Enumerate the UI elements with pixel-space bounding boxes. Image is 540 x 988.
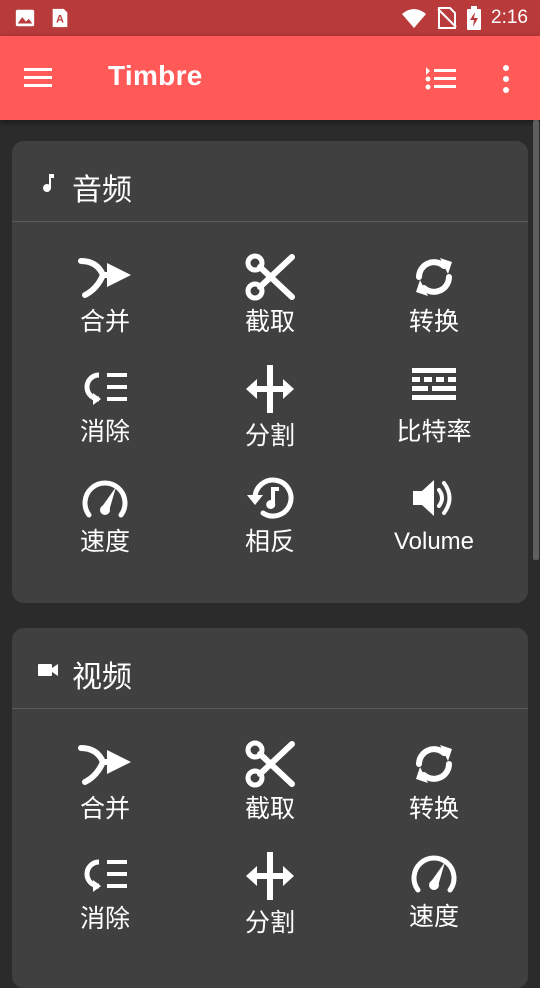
audio-split-button[interactable]: 分割 xyxy=(188,363,352,471)
video-camera-icon xyxy=(38,664,58,676)
tool-label: 截取 xyxy=(244,307,295,336)
video-convert-button[interactable]: 转换 xyxy=(352,740,516,848)
reverse-icon xyxy=(247,477,294,519)
merge-icon xyxy=(78,258,131,298)
video-section-card: 视频 合并 截取 转换 消除 分割 速度 xyxy=(12,628,528,988)
merge-icon xyxy=(78,745,131,785)
tool-label: 截取 xyxy=(244,794,295,823)
more-options-button[interactable] xyxy=(494,62,518,96)
tool-label: 相反 xyxy=(244,527,295,556)
hamburger-menu-button[interactable] xyxy=(22,62,62,94)
speed-icon xyxy=(411,855,457,893)
video-section-title: 视频 xyxy=(72,660,132,695)
audio-speed-button[interactable]: 速度 xyxy=(23,475,187,583)
battery-charging-icon xyxy=(467,6,482,30)
audio-section-card: 音频 合并 截取 转换 消除 分割 比特率 速度 相反 Volume xyxy=(12,141,528,603)
tool-label: 合并 xyxy=(79,307,130,336)
remove-icon xyxy=(84,859,127,892)
tool-label: 合并 xyxy=(79,794,130,823)
split-icon xyxy=(246,365,294,413)
tool-label: 速度 xyxy=(408,902,459,931)
bitrate-icon xyxy=(412,368,456,400)
app-bar: Timbre xyxy=(0,36,540,120)
tool-label: Volume xyxy=(393,528,475,555)
tool-label: 转换 xyxy=(408,307,459,336)
tool-label: 消除 xyxy=(79,904,130,933)
audio-bitrate-button[interactable]: 比特率 xyxy=(352,363,516,471)
convert-icon xyxy=(416,745,452,783)
status-time: 2:16 xyxy=(491,7,528,28)
scissors-icon xyxy=(245,253,295,301)
more-vert-icon xyxy=(503,65,509,93)
tool-label: 速度 xyxy=(79,527,130,556)
tool-label: 分割 xyxy=(244,421,295,450)
audio-merge-button[interactable]: 合并 xyxy=(23,253,187,361)
video-remove-button[interactable]: 消除 xyxy=(23,850,187,958)
music-note-icon xyxy=(43,174,54,192)
audio-volume-button[interactable]: Volume xyxy=(352,475,516,583)
audio-reverse-button[interactable]: 相反 xyxy=(188,475,352,583)
list-icon xyxy=(425,67,456,90)
hamburger-menu-icon xyxy=(24,68,52,87)
remove-icon xyxy=(84,372,127,405)
no-sim-icon xyxy=(437,7,457,29)
wifi-icon xyxy=(402,9,427,28)
text-notification-icon: A xyxy=(52,8,68,28)
list-button[interactable] xyxy=(424,62,464,96)
video-speed-button[interactable]: 速度 xyxy=(352,850,516,958)
split-icon xyxy=(246,852,294,900)
volume-icon xyxy=(413,480,452,516)
video-section-header: 视频 xyxy=(12,628,528,709)
video-split-button[interactable]: 分割 xyxy=(188,850,352,958)
image-notification-icon xyxy=(15,9,35,27)
audio-convert-button[interactable]: 转换 xyxy=(352,253,516,361)
tool-label: 消除 xyxy=(79,417,130,446)
audio-remove-button[interactable]: 消除 xyxy=(23,363,187,471)
tool-label: 转换 xyxy=(408,794,459,823)
scissors-icon xyxy=(245,740,295,788)
tool-label: 比特率 xyxy=(396,417,472,446)
tool-label: 分割 xyxy=(244,908,295,937)
app-title: Timbre xyxy=(108,60,203,91)
video-cut-button[interactable]: 截取 xyxy=(188,740,352,848)
audio-section-header: 音频 xyxy=(12,141,528,222)
status-bar: A 2:16 xyxy=(0,0,540,36)
scrollbar[interactable] xyxy=(533,120,539,560)
speed-icon xyxy=(82,480,128,518)
convert-icon xyxy=(416,258,452,296)
audio-cut-button[interactable]: 截取 xyxy=(188,253,352,361)
svg-text:A: A xyxy=(56,14,64,26)
video-merge-button[interactable]: 合并 xyxy=(23,740,187,848)
audio-section-title: 音频 xyxy=(72,173,132,208)
